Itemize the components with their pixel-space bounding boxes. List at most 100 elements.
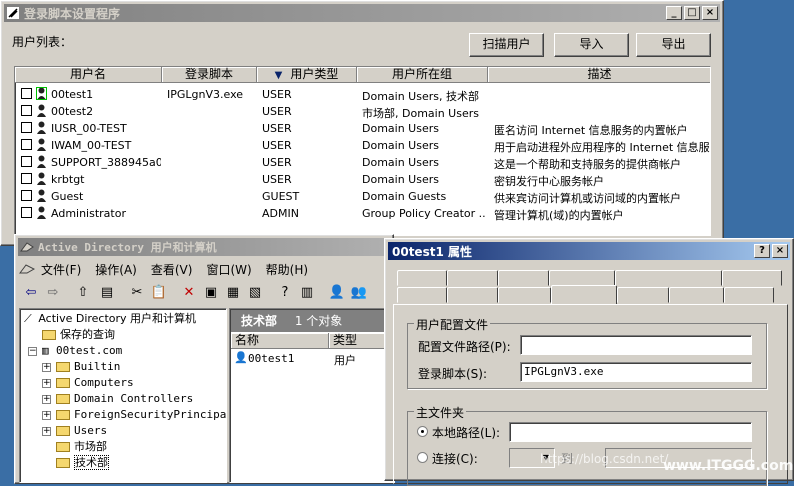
expand-toggle[interactable]: +	[42, 411, 51, 420]
ad-tree-pane[interactable]: ⟋ Active Directory 用户和计算机 保存的查询 − ▥ 00tes…	[19, 308, 227, 483]
new-user-icon[interactable]: 👤	[327, 283, 347, 303]
minimize-button[interactable]: _	[666, 6, 682, 20]
table-row[interactable]: krbtgt USER Domain Users 密钥发行中心服务帐户	[15, 171, 710, 188]
cell-desc: 这是一个帮助和支持服务的提供商帐户	[494, 158, 681, 171]
new-group-icon[interactable]: 👥	[349, 283, 369, 303]
expand-toggle[interactable]: +	[42, 395, 51, 404]
tab-5[interactable]	[669, 287, 724, 303]
folder-icon	[56, 458, 70, 468]
user-list-table[interactable]: 用户名 登录脚本 ▼ 用户类型 用户所在组 描述 00test1 IPGLgnV3.…	[14, 66, 711, 236]
tree-item[interactable]: Computers	[56, 375, 134, 391]
logon-script-label: 登录脚本(S):	[418, 367, 488, 381]
col-header-desc[interactable]: 描述	[488, 67, 710, 83]
export-list-icon[interactable]: ▦	[223, 283, 243, 303]
dialog-titlebar[interactable]: 00test1 属性 ? ×	[388, 242, 790, 260]
tab-0[interactable]	[397, 287, 447, 303]
cell-type: USER	[262, 105, 292, 118]
ad-detail-pane[interactable]: 技术部 1 个对象 名称 类型 👤 00test1 用户	[229, 308, 395, 483]
help-icon[interactable]: ?	[275, 283, 295, 303]
expand-toggle[interactable]: +	[42, 379, 51, 388]
export-button[interactable]: 导出	[636, 33, 711, 57]
up-folder-icon[interactable]: ⇧	[73, 283, 93, 303]
tree-item[interactable]: Users	[56, 423, 107, 439]
table-row[interactable]: 00test1 IPGLgnV3.exe USER Domain Users, 技术部	[15, 86, 710, 103]
cell-group: Domain Users, 技术部	[362, 90, 479, 103]
row-checkbox[interactable]	[21, 207, 32, 218]
ad-titlebar[interactable]: Active Directory 用户和计算机	[18, 238, 390, 256]
tab-2[interactable]	[498, 270, 549, 286]
table-row[interactable]: SUPPORT_388945a0 USER Domain Users 这是一个帮助和支…	[15, 154, 710, 171]
local-path-input[interactable]	[509, 422, 752, 442]
row-checkbox[interactable]	[21, 156, 32, 167]
tree-item[interactable]: ForeignSecurityPrincipa	[56, 407, 226, 423]
col-header-name[interactable]: 名称	[231, 333, 329, 349]
row-checkbox[interactable]	[21, 190, 32, 201]
tab-4[interactable]	[615, 270, 722, 286]
tab-6[interactable]	[724, 287, 774, 303]
refresh-icon[interactable]: ▧	[245, 283, 265, 303]
console-icon[interactable]: ▥	[297, 283, 317, 303]
col-header-group[interactable]: 用户所在组	[357, 67, 488, 83]
scan-users-button[interactable]: 扫描用户	[469, 33, 544, 57]
profile-path-input[interactable]	[520, 335, 752, 355]
tab-0[interactable]	[397, 270, 447, 286]
tab-1[interactable]	[447, 270, 498, 286]
connect-radio[interactable]	[417, 452, 428, 463]
maximize-button[interactable]: □	[684, 6, 700, 20]
cell-name: 00test1	[51, 88, 94, 101]
col-header-username[interactable]: 用户名	[15, 67, 162, 83]
tab-4[interactable]	[617, 287, 669, 303]
table-row[interactable]: Administrator ADMIN Group Policy Creator .…	[15, 205, 710, 222]
table-row[interactable]: Guest GUEST Domain Guests 供来宾访问计算机或访问域的内置帐户	[15, 188, 710, 205]
table-row[interactable]: 00test2 USER 市场部, Domain Users	[15, 103, 710, 120]
properties-icon[interactable]: ▣	[201, 283, 221, 303]
menu-file[interactable]: 文件(F)	[41, 261, 81, 278]
paste-icon[interactable]: 📋	[149, 283, 169, 303]
menu-window[interactable]: 窗口(W)	[206, 261, 251, 278]
expand-toggle[interactable]: +	[42, 427, 51, 436]
list-row[interactable]: 👤 00test1 用户	[234, 351, 394, 367]
col-header-script[interactable]: 登录脚本	[162, 67, 257, 83]
tree-domain[interactable]: ▥ 00test.com	[42, 343, 122, 359]
close-button[interactable]: ×	[702, 6, 718, 20]
row-checkbox[interactable]	[21, 173, 32, 184]
table-row[interactable]: IWAM_00-TEST USER Domain Users 用于启动进程外应用程序的…	[15, 137, 710, 154]
tab-1[interactable]	[447, 287, 498, 303]
collapse-domain-toggle[interactable]: −	[28, 347, 37, 356]
menu-help[interactable]: 帮助(H)	[266, 261, 308, 278]
tree-saved-queries[interactable]: 保存的查询	[42, 327, 115, 343]
menu-action[interactable]: 操作(A)	[95, 261, 137, 278]
local-path-radio[interactable]	[417, 426, 428, 437]
delete-icon[interactable]: ✕	[179, 283, 199, 303]
tree-item[interactable]: 技术部	[56, 455, 109, 471]
show-tree-icon[interactable]: ▤	[97, 283, 117, 303]
col-header-type[interactable]: ▼ 用户类型	[257, 67, 357, 83]
import-button[interactable]: 导入	[554, 33, 629, 57]
expand-toggle[interactable]: +	[42, 363, 51, 372]
mmc-icon	[19, 264, 35, 274]
tab-3[interactable]	[551, 285, 617, 304]
tab-2[interactable]	[498, 287, 551, 303]
logon-script-input[interactable]: IPGLgnV3.exe	[520, 362, 752, 382]
tree-item[interactable]: Domain Controllers	[56, 391, 193, 407]
row-checkbox[interactable]	[21, 139, 32, 150]
user-icon	[36, 189, 47, 202]
forward-icon[interactable]: ⇨	[43, 283, 63, 303]
help-button[interactable]: ?	[754, 244, 770, 258]
table-row[interactable]: IUSR_00-TEST USER Domain Users 匿名访问 Interne…	[15, 120, 710, 137]
row-checkbox[interactable]	[21, 88, 32, 99]
cut-icon[interactable]: ✂	[127, 283, 147, 303]
tree-item[interactable]: Builtin	[56, 359, 120, 375]
tab-3[interactable]	[549, 270, 615, 286]
tree-root[interactable]: ⟋ Active Directory 用户和计算机	[24, 311, 196, 327]
menu-view[interactable]: 查看(V)	[151, 261, 193, 278]
row-checkbox[interactable]	[21, 105, 32, 116]
cell-type: USER	[262, 156, 292, 169]
row-checkbox[interactable]	[21, 122, 32, 133]
app-icon	[7, 7, 19, 19]
dialog-close-button[interactable]: ×	[772, 244, 788, 258]
tab-5[interactable]	[722, 270, 782, 286]
tree-item[interactable]: 市场部	[56, 439, 107, 455]
main-titlebar[interactable]: 登录脚本设置程序 _ □ ×	[4, 4, 720, 22]
back-icon[interactable]: ⇦	[21, 283, 41, 303]
